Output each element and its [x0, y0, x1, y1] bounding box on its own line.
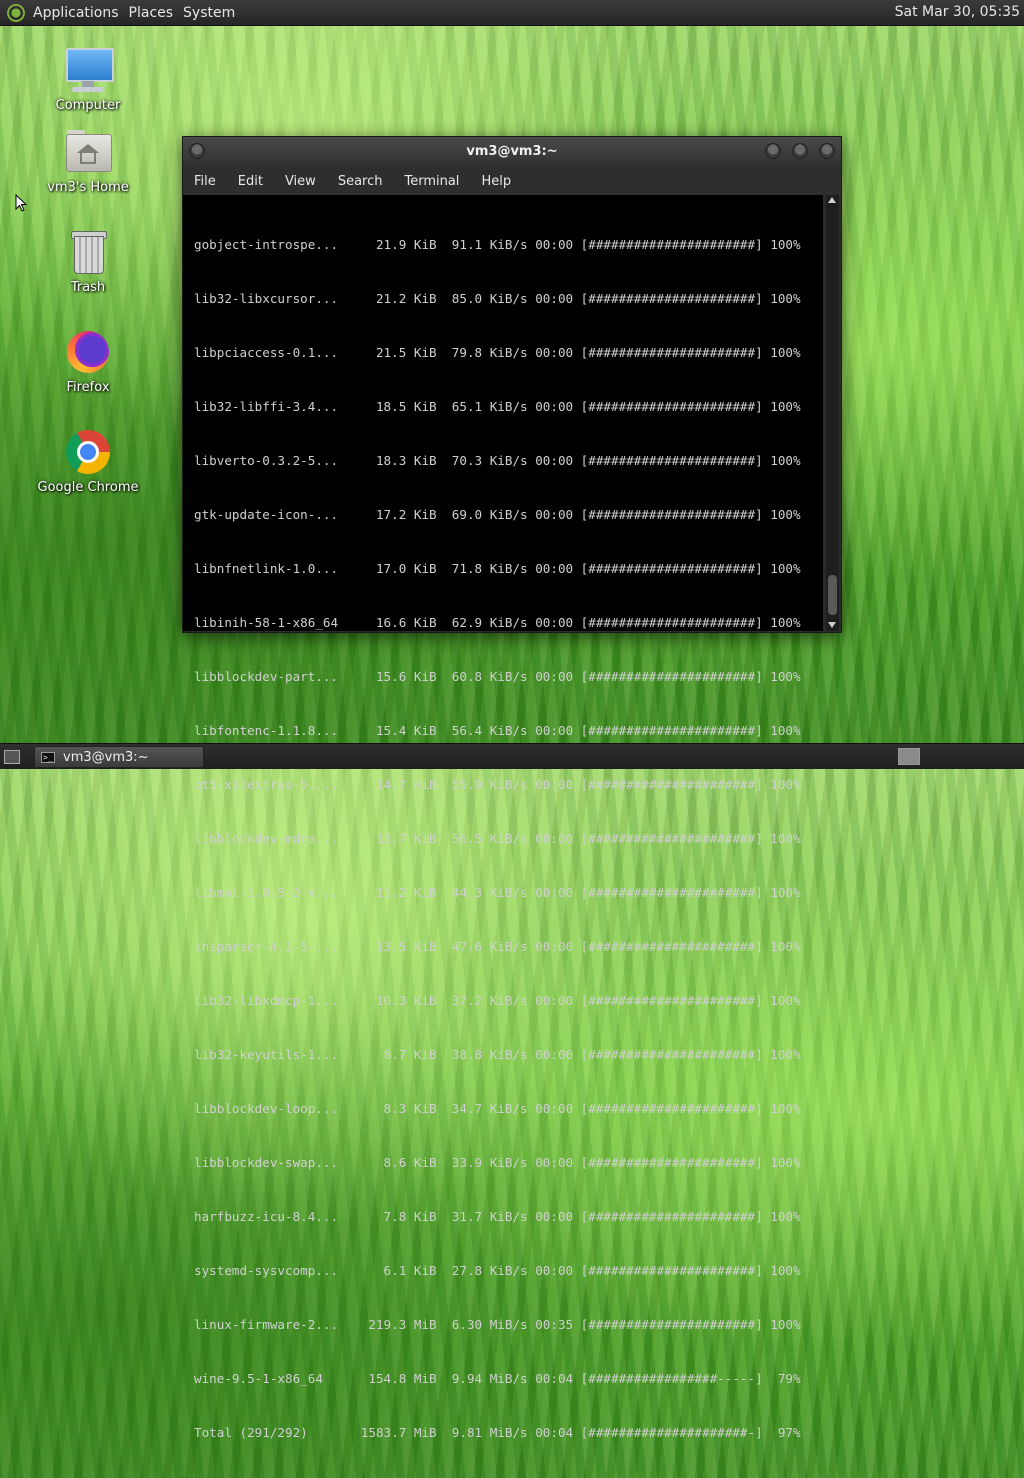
computer-icon: [64, 46, 114, 94]
scroll-up-icon[interactable]: [828, 197, 836, 203]
maximize-button[interactable]: [792, 143, 808, 159]
terminal-line: gobject-introspe... 21.9 KiB 91.1 KiB/s …: [194, 237, 801, 252]
workspace-switcher[interactable]: [898, 748, 920, 765]
terminal-line: libblockdev-swap... 8.6 KiB 33.9 KiB/s 0…: [194, 1155, 801, 1170]
terminal-line: systemd-sysvcomp... 6.1 KiB 27.8 KiB/s 0…: [194, 1263, 801, 1278]
menu-file[interactable]: File: [183, 174, 227, 189]
home-folder-icon: [64, 128, 112, 176]
top-panel: Applications Places System Sat Mar 30, 0…: [0, 0, 1024, 26]
show-desktop-icon[interactable]: [4, 750, 20, 764]
desktop-icon-computer[interactable]: Computer: [33, 46, 143, 113]
scrollbar-thumb[interactable]: [828, 575, 837, 615]
menu-edit[interactable]: Edit: [227, 174, 274, 189]
system-menu[interactable]: System: [181, 5, 243, 21]
desktop-icon-chrome[interactable]: Google Chrome: [33, 428, 143, 495]
terminal-line: libverto-0.3.2-5... 18.3 KiB 70.3 KiB/s …: [194, 453, 801, 468]
firefox-icon: [64, 328, 112, 376]
window-titlebar[interactable]: vm3@vm3:~: [183, 137, 841, 167]
menu-help[interactable]: Help: [470, 174, 522, 189]
terminal-line: lib32-libffi-3.4... 18.5 KiB 65.1 KiB/s …: [194, 399, 801, 414]
terminal-line: harfbuzz-icu-8.4... 7.8 KiB 31.7 KiB/s 0…: [194, 1209, 801, 1224]
terminal-line: lib32-keyutils-1... 8.7 KiB 38.8 KiB/s 0…: [194, 1047, 801, 1062]
window-title: vm3@vm3:~: [466, 144, 558, 159]
terminal-line: gtk-update-icon-... 17.2 KiB 69.0 KiB/s …: [194, 507, 801, 522]
close-button[interactable]: [819, 143, 835, 159]
trash-icon: [64, 228, 112, 276]
terminal-line: libfontenc-1.1.8... 15.4 KiB 56.4 KiB/s …: [194, 723, 801, 738]
terminal-line: libpciaccess-0.1... 21.5 KiB 79.8 KiB/s …: [194, 345, 801, 360]
terminal-window[interactable]: vm3@vm3:~ File Edit View Search Terminal…: [182, 136, 842, 1440]
terminal-line: libblockdev-mdra... 13.7 KiB 56.5 KiB/s …: [194, 831, 801, 846]
terminal-scrollbar[interactable]: [826, 195, 839, 631]
taskbar-window-label: vm3@vm3:~: [63, 749, 149, 765]
minimize-button[interactable]: [765, 143, 781, 159]
terminal-line: wine-9.5-1-x86_64 154.8 MiB 9.94 MiB/s 0…: [194, 1371, 801, 1386]
desktop-icon-label: Firefox: [66, 380, 110, 395]
desktop-icon-label: Trash: [70, 280, 106, 295]
desktop-icon-label: Google Chrome: [37, 480, 139, 495]
chrome-icon: [64, 428, 112, 476]
terminal-line: lib32-libxdmcp-1... 10.3 KiB 37.2 KiB/s …: [194, 993, 801, 1008]
desktop-icon-label: Computer: [55, 98, 121, 113]
terminal-line: linux-firmware-2... 219.3 MiB 6.30 MiB/s…: [194, 1317, 801, 1332]
menu-search[interactable]: Search: [327, 174, 394, 189]
terminal-icon: >_: [41, 751, 55, 763]
terminal-line: libblockdev-part... 15.6 KiB 60.8 KiB/s …: [194, 669, 801, 684]
terminal-line: libblockdev-loop... 8.3 KiB 34.7 KiB/s 0…: [194, 1101, 801, 1116]
desktop-icon-trash[interactable]: Trash: [33, 228, 143, 295]
terminal-line: libnfnetlink-1.0... 17.0 KiB 71.8 KiB/s …: [194, 561, 801, 576]
scroll-down-icon[interactable]: [828, 622, 836, 628]
terminal-line: qt5-x11extras-5.... 14.7 KiB 55.9 KiB/s …: [194, 777, 801, 792]
terminal-line: lib32-libxcursor... 21.2 KiB 85.0 KiB/s …: [194, 291, 801, 306]
terminal-menubar: File Edit View Search Terminal Help: [183, 167, 841, 195]
terminal-text: gobject-introspe... 21.9 KiB 91.1 KiB/s …: [194, 200, 801, 1478]
taskbar-terminal-button[interactable]: >_ vm3@vm3:~: [34, 746, 204, 768]
terminal-output[interactable]: gobject-introspe... 21.9 KiB 91.1 KiB/s …: [183, 195, 823, 1440]
desktop-icon-home[interactable]: vm3's Home: [33, 128, 143, 195]
desktop-icon-label: vm3's Home: [47, 180, 129, 195]
menu-view[interactable]: View: [274, 174, 327, 189]
terminal-line: iniparser-4.1-5-... 13.5 KiB 47.6 KiB/s …: [194, 939, 801, 954]
bottom-panel: >_ vm3@vm3:~: [0, 743, 1024, 769]
places-menu[interactable]: Places: [127, 5, 182, 21]
menu-terminal[interactable]: Terminal: [393, 174, 470, 189]
terminal-line: libmnl-1.0.5-2-x... 11.2 KiB 44.3 KiB/s …: [194, 885, 801, 900]
clock[interactable]: Sat Mar 30, 05:35: [895, 4, 1020, 20]
terminal-line: Total (291/292) 1583.7 MiB 9.81 MiB/s 00…: [194, 1425, 801, 1440]
applications-menu[interactable]: Applications: [31, 5, 127, 21]
desktop-icon-firefox[interactable]: Firefox: [33, 328, 143, 395]
mate-logo-icon[interactable]: [7, 3, 25, 22]
terminal-line: libinih-58-1-x86_64 16.6 KiB 62.9 KiB/s …: [194, 615, 801, 630]
